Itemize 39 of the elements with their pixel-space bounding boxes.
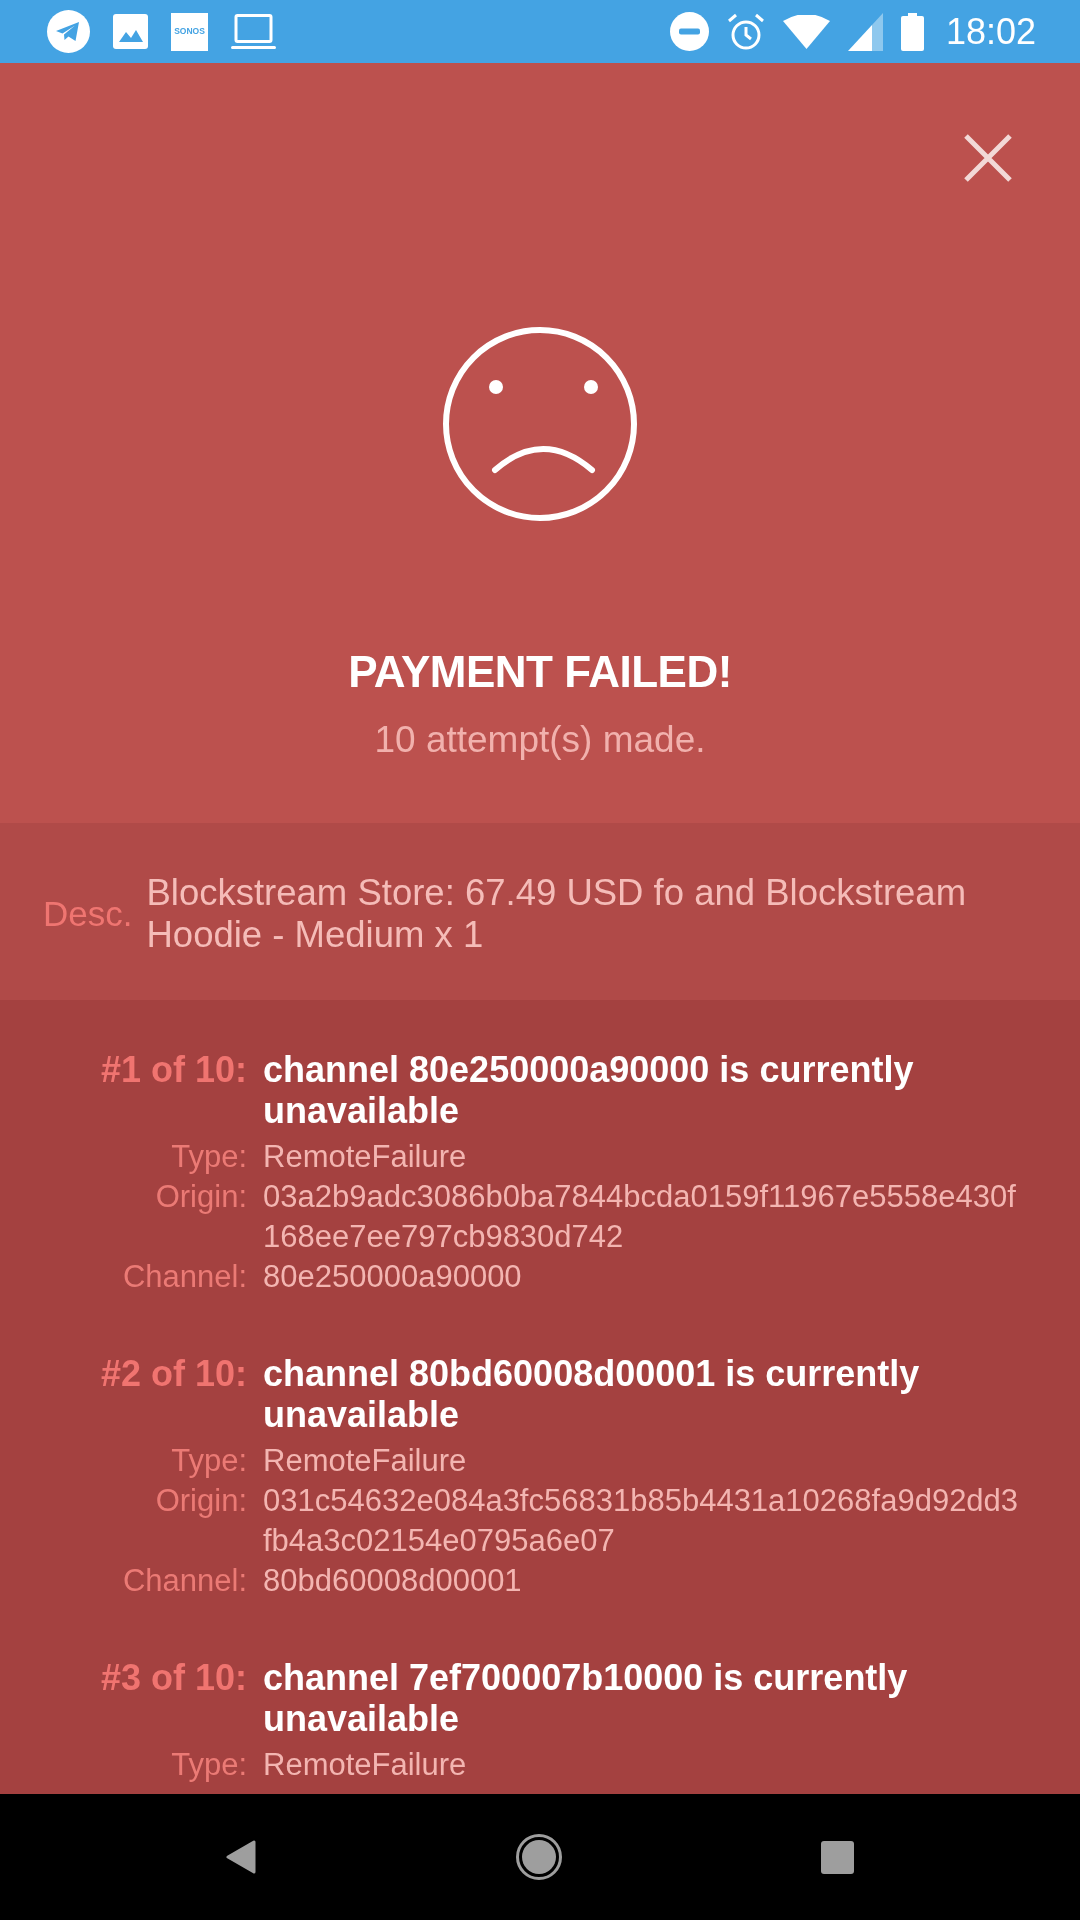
detail-label: Channel: <box>122 1562 247 1600</box>
detail-label: Channel: <box>122 1258 247 1296</box>
error-title: PAYMENT FAILED! <box>348 647 732 697</box>
close-icon[interactable] <box>964 134 1012 182</box>
wifi-icon <box>782 14 830 49</box>
detail-value: RemoteFailure <box>263 1746 468 1784</box>
recents-icon[interactable] <box>820 1840 854 1874</box>
failure-message: channel 80bd60008d00001 is currently unavailable <box>263 1353 921 1437</box>
detail-value: 03a2b9adc3086b0ba7844bcda0159f11967e5558e430f168ee7ee797cb9830d742 <box>263 1178 1017 1256</box>
detail-value: 80e250000a90000 <box>263 1258 523 1296</box>
description-text: Blockstream Store: 67.49 USD fo and Blockstream Hoodie - Medium x 1 <box>146 871 968 956</box>
attempts-count: 10 attempt(s) made. <box>374 719 706 761</box>
signal-icon <box>847 12 883 51</box>
detail-label: Type: <box>171 1442 247 1480</box>
alarm-clock-icon <box>726 12 765 51</box>
detail-value: RemoteFailure <box>263 1138 468 1176</box>
failure-number: #2 of 10: <box>100 1353 247 1396</box>
failure-number: #1 of 10: <box>100 1049 247 1092</box>
sad-face-icon <box>443 327 637 521</box>
battery-icon <box>900 12 924 51</box>
logo-text: SONOS <box>174 27 205 36</box>
description-label: Desc. <box>43 892 133 935</box>
paper-plane-icon <box>47 10 90 53</box>
failure-message: channel 7ef700007b10000 is currently unavailable <box>263 1657 909 1741</box>
clock-time: 18:02 <box>945 11 1036 52</box>
detail-value: 80bd60008d00001 <box>263 1562 523 1600</box>
detail-label: Type: <box>171 1138 247 1176</box>
detail-label: Origin: <box>155 1482 247 1520</box>
detail-label: Type: <box>171 1746 247 1784</box>
image-icon <box>113 14 148 49</box>
detail-value: RemoteFailure <box>263 1442 468 1480</box>
failure-number: #3 of 10: <box>100 1657 247 1700</box>
failure-message: channel 80e250000a90000 is currently unavailable <box>263 1049 915 1133</box>
laptop-icon <box>231 13 276 50</box>
do-not-disturb-icon <box>669 12 709 51</box>
home-icon[interactable] <box>516 1834 562 1880</box>
detail-label: Origin: <box>155 1178 247 1216</box>
detail-value: 031c54632e084a3fc56831b85b4431a10268fa9d92dd3fb4a3c02154e0795a6e07 <box>263 1482 1020 1560</box>
back-icon[interactable] <box>226 1840 256 1874</box>
